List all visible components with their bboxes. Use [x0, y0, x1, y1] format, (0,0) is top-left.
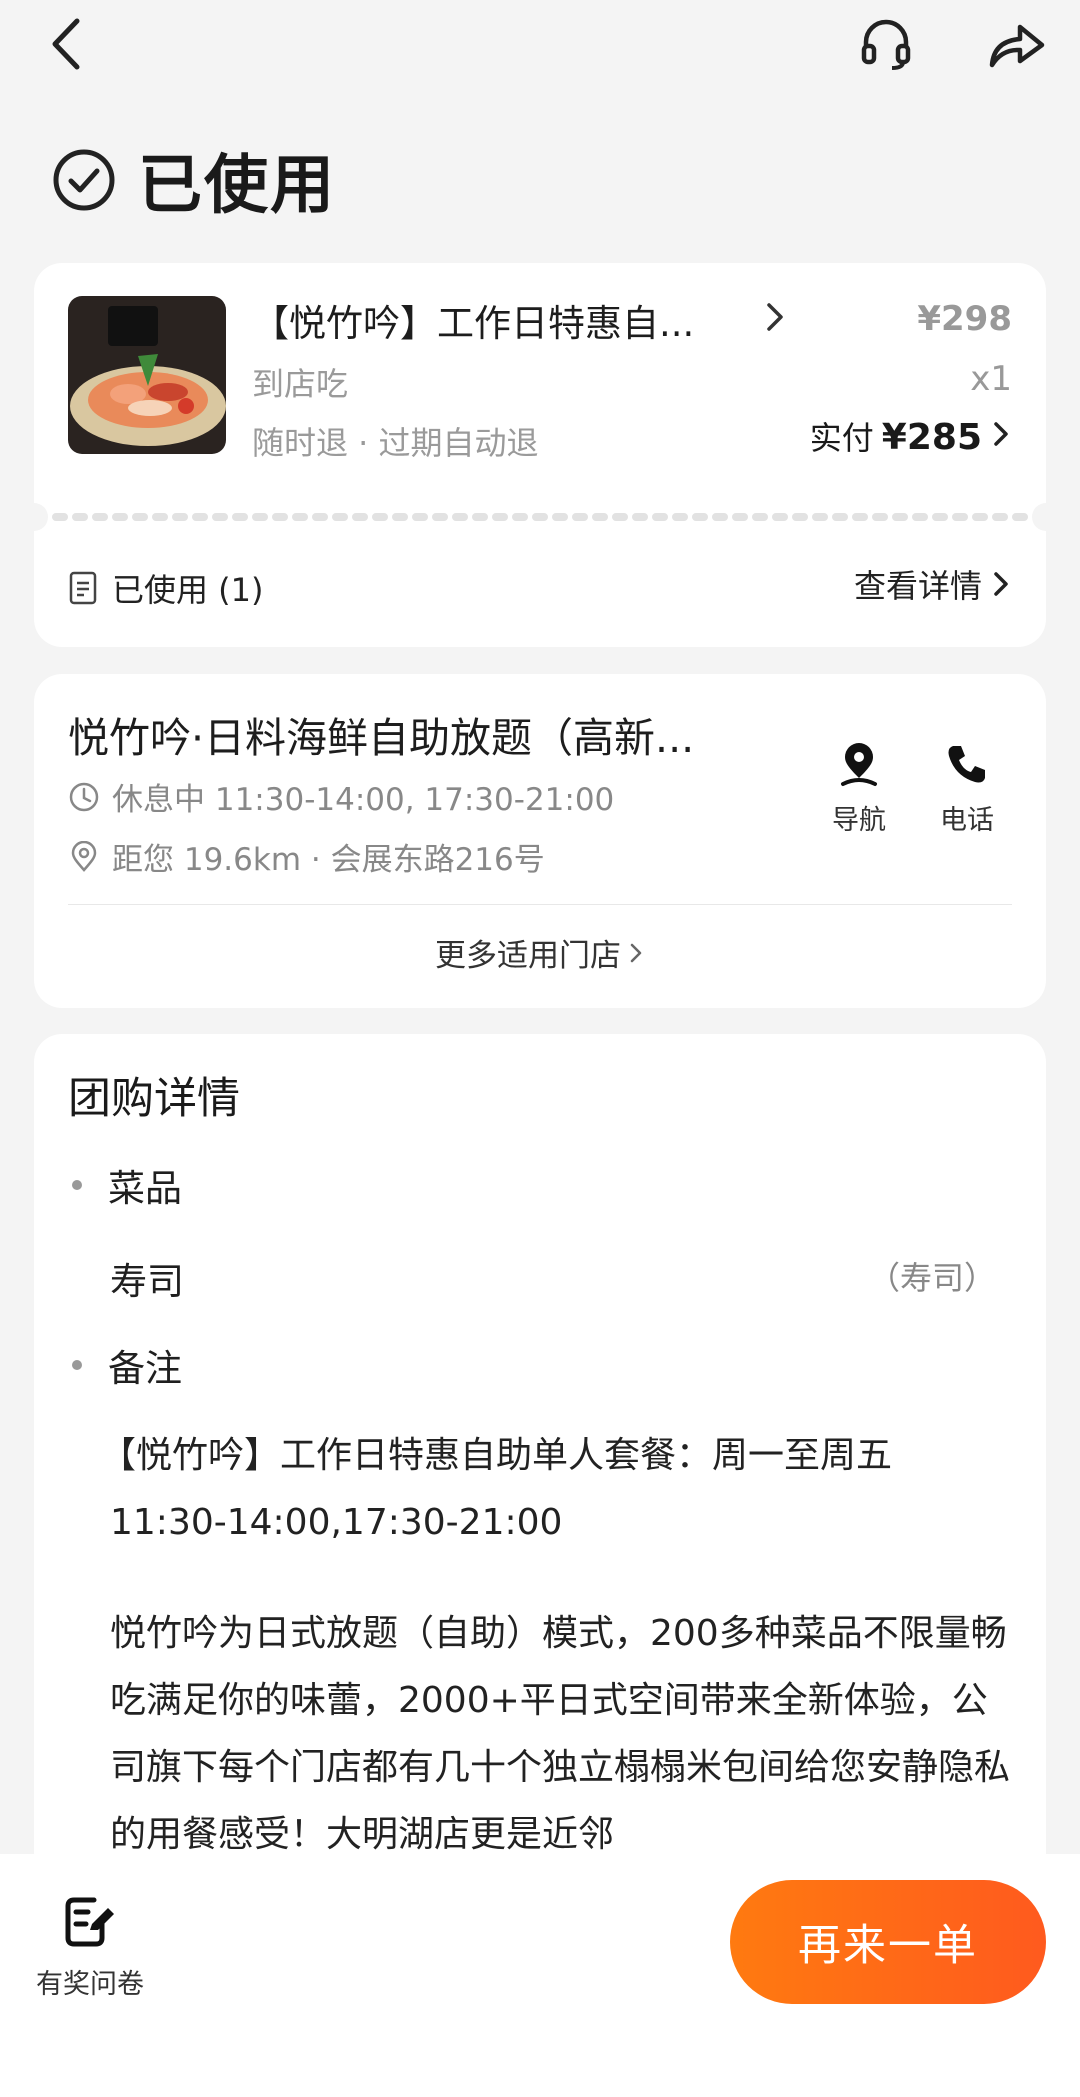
section-title: 团购详情	[68, 1074, 240, 1124]
survey-edit-icon	[65, 1897, 114, 1947]
used-count-label: 已使用 (1)	[112, 571, 264, 609]
view-detail-button[interactable]: 查看详情	[854, 561, 1012, 607]
back-button[interactable]	[36, 12, 96, 76]
sashimi-image	[68, 296, 226, 454]
perforation-divider	[52, 513, 1028, 521]
store-name[interactable]: 悦竹吟·日料海鲜自助放题（高新...	[68, 704, 788, 764]
call-button[interactable]: 电话	[922, 740, 1012, 837]
share-button[interactable]	[980, 12, 1052, 76]
chevron-right-icon	[994, 572, 1008, 596]
notes-heading: 备注	[108, 1347, 182, 1390]
dish-name: 寿司	[110, 1260, 184, 1303]
reorder-button[interactable]: 再来一单	[730, 1880, 1046, 2004]
quantity: x1	[970, 359, 1012, 399]
document-icon	[69, 571, 97, 605]
bullet-dot	[72, 1180, 82, 1190]
navigate-button[interactable]: 导航	[814, 740, 904, 837]
customer-service-button[interactable]	[850, 12, 922, 76]
more-stores-button[interactable]: 更多适用门店	[34, 930, 1046, 975]
phone-icon	[948, 746, 985, 783]
chevron-right-icon[interactable]	[760, 299, 790, 335]
chevron-right-icon	[630, 943, 642, 962]
survey-button[interactable]: 有奖问卷	[30, 1894, 150, 2001]
note-description: 悦竹吟为日式放题（自助）模式，200多种菜品不限量畅吃满足你的味蕾，2000+平…	[110, 1613, 1011, 1855]
store-location: 距您 19.6km · 会展东路216号	[68, 834, 545, 879]
original-price: ¥298	[917, 299, 1012, 339]
paid-label: 实付	[809, 419, 874, 457]
clock-icon	[69, 782, 99, 811]
share-icon	[989, 24, 1045, 68]
survey-label: 有奖问卷	[36, 1969, 144, 2000]
paid-amount: ¥285	[881, 417, 982, 458]
divider	[68, 904, 1012, 905]
dishes-heading: 菜品	[108, 1167, 182, 1210]
store-hours: 休息中 11:30-14:00, 17:30-21:00	[68, 774, 614, 819]
chevron-right-icon	[994, 422, 1008, 446]
product-name[interactable]: 【悦竹吟】工作日特惠自...	[252, 293, 762, 347]
status-title: 已使用	[138, 149, 336, 223]
bottom-action-bar: 有奖问卷 再来一单	[0, 1854, 1080, 2097]
used-coupons: 已使用 (1)	[68, 565, 264, 611]
distance-address-text: 距您 19.6km · 会展东路216号	[112, 842, 545, 878]
bullet-dot	[72, 1360, 82, 1370]
navigation-icon	[841, 743, 877, 786]
top-navigation-bar	[0, 0, 1080, 95]
chevron-left-icon	[52, 18, 80, 70]
navigate-label: 导航	[832, 805, 886, 836]
check-circle-icon	[53, 149, 115, 211]
order-card: 【悦竹吟】工作日特惠自... ¥298 到店吃 x1 随时退 · 过期自动退 实…	[20, 263, 1060, 647]
dish-category: （寿司）	[867, 1259, 996, 1297]
product-thumbnail[interactable]	[68, 296, 226, 454]
paid-amount-link[interactable]: 实付 ¥285	[810, 413, 1012, 459]
view-detail-label: 查看详情	[853, 567, 982, 605]
headset-icon	[861, 19, 911, 70]
refund-policy: 随时退 · 过期自动退	[252, 424, 539, 462]
dine-type: 到店吃	[252, 365, 349, 403]
call-label: 电话	[940, 805, 994, 836]
location-pin-icon	[71, 840, 97, 872]
hours-text: 休息中 11:30-14:00, 17:30-21:00	[112, 782, 615, 818]
note-package: 【悦竹吟】工作日特惠自助单人套餐：周一至周五 11:30-14:00,17:30…	[100, 1435, 893, 1543]
store-card: 悦竹吟·日料海鲜自助放题（高新... 休息中 11:30-14:00, 17:3…	[34, 674, 1046, 1008]
order-status: 已使用	[52, 140, 336, 223]
more-stores-label: 更多适用门店	[435, 938, 621, 974]
